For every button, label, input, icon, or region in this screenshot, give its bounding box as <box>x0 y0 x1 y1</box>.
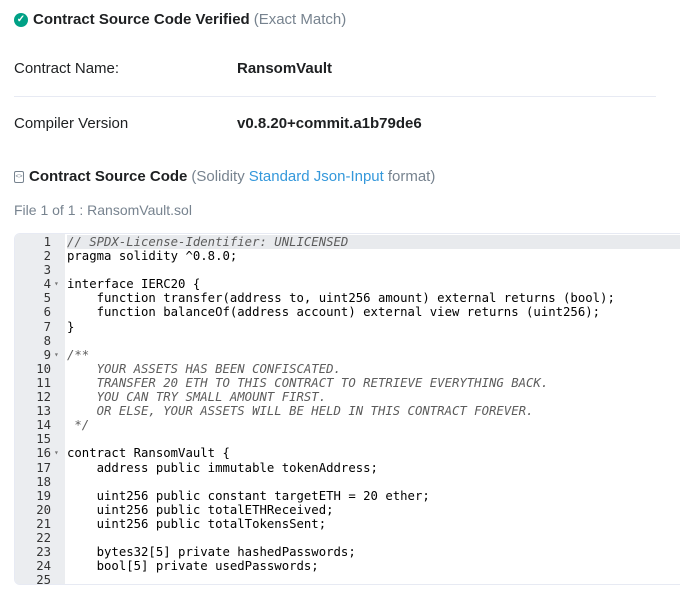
line-number: 2 <box>43 249 51 264</box>
code-file-icon: <> <box>14 170 24 183</box>
contract-name-value: RansomVault <box>237 60 333 77</box>
code-line[interactable]: 4 ▾ interface IERC20 { <box>15 277 680 291</box>
line-number: 14 <box>36 418 51 433</box>
line-number: 7 <box>43 319 51 334</box>
line-number: 13 <box>36 404 51 419</box>
standard-json-input-link[interactable]: Standard Json-Input <box>249 168 384 185</box>
source-code-title: Contract Source Code <box>29 168 188 185</box>
line-number: 20 <box>36 502 51 517</box>
code-line[interactable]: 1 // SPDX-License-Identifier: UNLICENSED <box>15 235 680 250</box>
code-line[interactable]: 25 <box>15 573 680 585</box>
code-text: address public immutable tokenAddress; <box>67 460 378 475</box>
code-text: } <box>67 319 75 334</box>
compiler-value: v0.8.20+commit.a1b79de6 <box>237 115 422 132</box>
code-text: TRANSFER 20 ETH TO THIS CONTRACT TO RETR… <box>67 375 549 390</box>
code-editor[interactable]: 1// SPDX-License-Identifier: UNLICENSED 2… <box>14 233 680 585</box>
fold-arrow-icon[interactable]: ▾ <box>54 446 59 460</box>
line-number: 3 <box>43 263 51 278</box>
code-lines: 1// SPDX-License-Identifier: UNLICENSED 2… <box>15 235 680 585</box>
divider <box>14 96 656 97</box>
code-line[interactable]: 22 <box>15 531 680 545</box>
code-text: */ <box>67 418 90 433</box>
code-line[interactable]: 16 ▾ contract RansomVault { <box>15 446 680 460</box>
line-number: 4 <box>43 277 51 292</box>
line-number: 16 <box>36 446 51 461</box>
line-number: 10 <box>36 361 51 376</box>
compiler-row: Compiler Version v0.8.20+commit.a1b79de6 <box>14 115 656 132</box>
code-text: uint256 public totalETHReceived; <box>67 502 334 517</box>
code-text: // SPDX-License-Identifier: UNLICENSED <box>67 235 680 250</box>
line-number: 18 <box>36 474 51 489</box>
line-number: 1 <box>43 235 51 249</box>
file-label: File 1 of 1 : RansomVault.sol <box>14 202 192 218</box>
code-text: bool[5] private usedPasswords; <box>67 559 319 574</box>
code-line[interactable]: 10 YOUR ASSETS HAS BEEN CONFISCATED. <box>15 362 680 376</box>
source-code-header: <> Contract Source Code (Solidity Standa… <box>14 168 435 185</box>
code-text: uint256 public totalTokensSent; <box>67 516 327 531</box>
source-format-pre: (Solidity <box>191 168 245 185</box>
code-text: bytes32[5] private hashedPasswords; <box>67 545 356 560</box>
line-number: 12 <box>36 390 51 405</box>
line-number: 25 <box>36 573 51 585</box>
line-number: 24 <box>36 559 51 574</box>
code-line[interactable]: 17 address public immutable tokenAddress… <box>15 461 680 475</box>
code-line[interactable]: 14 */ <box>15 418 680 432</box>
code-line[interactable]: 3 <box>15 263 680 277</box>
code-line[interactable]: 12 YOU CAN TRY SMALL AMOUNT FIRST. <box>15 390 680 404</box>
verified-banner: ✓ Contract Source Code Verified (Exact M… <box>14 11 346 28</box>
code-text: function transfer(address to, uint256 am… <box>67 291 615 306</box>
code-text: YOU CAN TRY SMALL AMOUNT FIRST. <box>67 390 327 405</box>
code-line[interactable]: 11 TRANSFER 20 ETH TO THIS CONTRACT TO R… <box>15 376 680 390</box>
code-text: /** <box>67 347 90 362</box>
code-text: function balanceOf(address account) exte… <box>67 305 601 320</box>
line-number: 17 <box>36 460 51 475</box>
code-line[interactable]: 2 pragma solidity ^0.8.0; <box>15 249 680 263</box>
contract-name-label: Contract Name: <box>14 60 120 77</box>
code-line[interactable]: 9 ▾ /** <box>15 348 680 362</box>
code-text: YOUR ASSETS HAS BEEN CONFISCATED. <box>67 361 341 376</box>
code-text: OR ELSE, YOUR ASSETS WILL BE HELD IN THI… <box>67 404 534 419</box>
verified-title: Contract Source Code Verified <box>33 11 250 28</box>
code-line[interactable]: 6 function balanceOf(address account) ex… <box>15 305 680 319</box>
code-line[interactable]: 5 function transfer(address to, uint256 … <box>15 291 680 305</box>
fold-arrow-icon[interactable]: ▾ <box>54 277 59 291</box>
check-circle-icon: ✓ <box>14 12 28 27</box>
line-number: 23 <box>36 545 51 560</box>
code-line[interactable]: 19 uint256 public constant targetETH = 2… <box>15 489 680 503</box>
fold-arrow-icon[interactable]: ▾ <box>54 348 59 362</box>
code-line[interactable]: 15 <box>15 432 680 446</box>
code-line[interactable]: 8 <box>15 334 680 348</box>
line-number: 22 <box>36 530 51 545</box>
line-number: 9 <box>43 347 51 362</box>
code-line[interactable]: 24 bool[5] private usedPasswords; <box>15 559 680 573</box>
code-line[interactable]: 7} <box>15 320 680 334</box>
code-text: uint256 public constant targetETH = 20 e… <box>67 488 430 503</box>
line-number: 8 <box>43 333 51 348</box>
code-line[interactable]: 20 uint256 public totalETHReceived; <box>15 503 680 517</box>
code-text: pragma solidity ^0.8.0; <box>67 249 238 264</box>
compiler-label: Compiler Version <box>14 115 129 132</box>
line-number: 21 <box>36 516 51 531</box>
contract-name-row: Contract Name: RansomVault <box>14 60 656 77</box>
line-number: 19 <box>36 488 51 503</box>
code-line[interactable]: 23 bytes32[5] private hashedPasswords; <box>15 545 680 559</box>
line-number: 5 <box>43 291 51 306</box>
code-line[interactable]: 13 OR ELSE, YOUR ASSETS WILL BE HELD IN … <box>15 404 680 418</box>
code-line[interactable]: 18 <box>15 475 680 489</box>
code-text: interface IERC20 { <box>67 277 201 292</box>
line-number: 6 <box>43 305 51 320</box>
code-text: contract RansomVault { <box>67 446 230 461</box>
source-format-post: format) <box>387 168 436 185</box>
match-status: (Exact Match) <box>253 11 347 28</box>
code-line[interactable]: 21 uint256 public totalTokensSent; <box>15 517 680 531</box>
line-number: 11 <box>36 375 51 390</box>
line-number: 15 <box>36 432 51 447</box>
